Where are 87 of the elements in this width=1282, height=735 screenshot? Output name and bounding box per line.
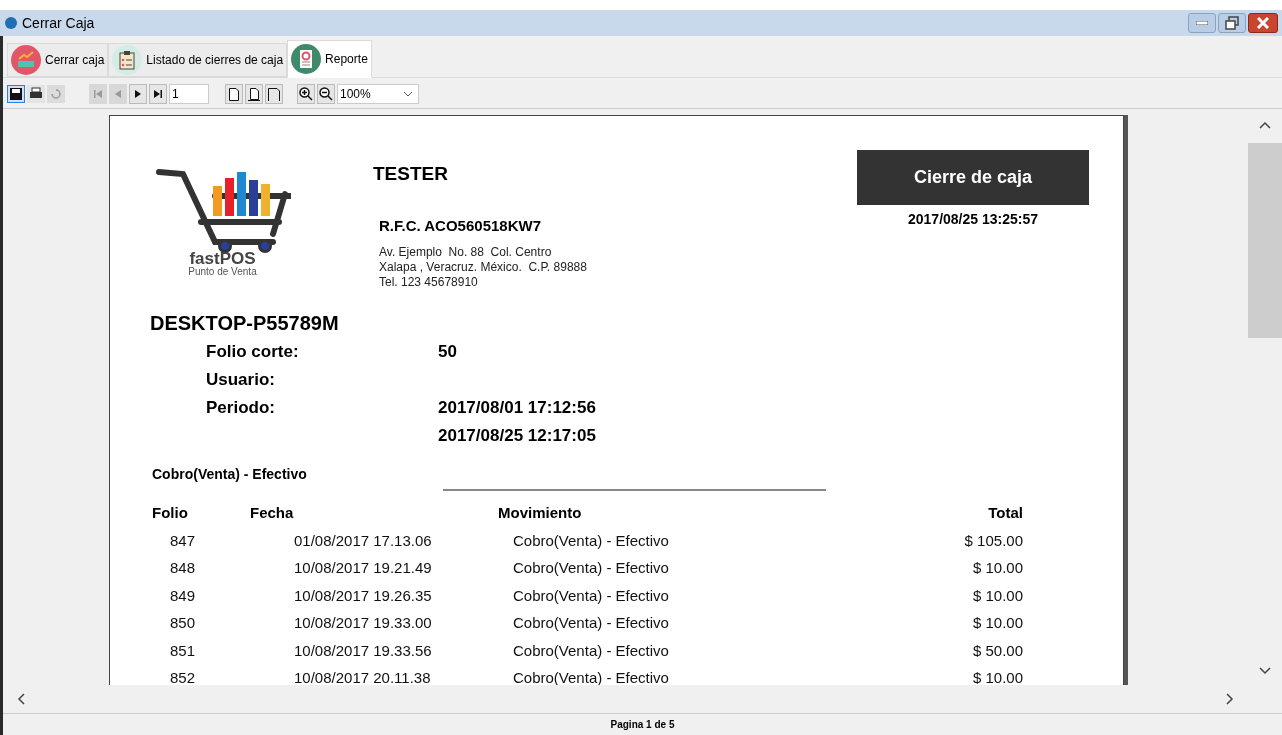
table-cell: $ 10.00 — [972, 614, 1023, 631]
previous-page-icon — [115, 90, 121, 98]
page-corner-icon — [268, 87, 280, 101]
page-icon — [229, 87, 239, 101]
table-cell: Cobro(Venta) - Efectivo — [513, 559, 669, 576]
table-cell: Cobro(Venta) - Efectivo — [513, 531, 669, 549]
column-header: Total — [988, 503, 1023, 521]
table-cell: 10/08/2017 20.11.38 — [294, 669, 431, 685]
first-page-icon — [94, 90, 102, 98]
zoom-out-icon — [319, 87, 333, 101]
table-cell: Cobro(Venta) - Efectivo — [513, 641, 669, 659]
field-label: Periodo: — [206, 398, 275, 418]
page-width-button[interactable] — [245, 84, 263, 104]
minimize-icon — [1196, 21, 1208, 25]
column-header: Fecha — [250, 503, 294, 521]
table-cell: Cobro(Venta) - Efectivo — [513, 586, 669, 604]
address-line: Av. Ejemplo No. 88 Col. Centro — [379, 245, 553, 260]
table-cell: 10/08/2017 19.26.35 — [294, 586, 432, 604]
report-document-icon — [291, 44, 322, 74]
printer-icon — [29, 87, 43, 101]
table-cell: 10/08/2017 19.21.49 — [294, 559, 432, 576]
window-title: Cerrar Caja — [22, 13, 95, 33]
report-date: 2017/08/25 13:25:57 — [908, 210, 1038, 229]
scroll-right-icon — [1226, 693, 1234, 705]
tax-id: R.F.C. ACO560518KW7 — [379, 215, 542, 236]
table-cell: 849 — [170, 586, 196, 604]
save-button[interactable] — [7, 85, 25, 103]
tab[interactable]: Cerrar caja — [7, 43, 109, 77]
table-cell: 01/08/2017 17.13.06 — [294, 531, 432, 549]
scroll-up-icon — [1259, 121, 1271, 129]
column-header: Movimiento — [498, 503, 582, 521]
zoom-in-button[interactable] — [297, 84, 315, 104]
zoom-in-icon — [299, 87, 313, 101]
next-page-icon — [135, 90, 141, 98]
table-cell: 848 — [170, 559, 196, 576]
section-title: Cobro(Venta) - Efectivo — [152, 465, 307, 484]
table-cell: 10/08/2017 19.33.00 — [294, 614, 432, 631]
last-page-button[interactable] — [149, 84, 167, 104]
table-cell: $ 10.00 — [972, 559, 1023, 576]
table-cell: $ 105.00 — [964, 531, 1023, 549]
field-value: 50 — [438, 341, 457, 364]
field-label: Folio corte: — [206, 342, 299, 362]
tab[interactable]: Reporte — [287, 40, 372, 78]
scroll-down-icon — [1259, 667, 1271, 675]
restore-icon — [1225, 16, 1239, 30]
logo-tagline: Punto de Venta — [188, 267, 257, 277]
logo-name: fastPOS — [189, 250, 256, 267]
table-cell: Cobro(Venta) - Efectivo — [513, 614, 669, 631]
single-page-button[interactable] — [225, 84, 243, 104]
table-cell: 851 — [170, 641, 196, 659]
table-cell: 850 — [170, 614, 196, 631]
table-cell: 10/08/2017 19.33.56 — [294, 641, 432, 659]
refresh-icon — [50, 88, 62, 100]
page-width-icon — [248, 87, 260, 101]
cash-register-icon — [11, 45, 41, 75]
chevron-down-icon — [403, 91, 413, 97]
table-cell: $ 50.00 — [972, 641, 1023, 659]
zoom-dropdown[interactable]: 100% — [337, 84, 419, 104]
column-header: Folio — [152, 503, 188, 521]
field-value: 2017/08/25 12:17:05 — [438, 425, 596, 448]
table-cell: $ 10.00 — [972, 669, 1023, 685]
full-page-button[interactable] — [265, 84, 283, 104]
address-line: Xalapa , Veracruz. México. C.P. 89888 — [379, 260, 587, 275]
minimize-button[interactable] — [1188, 13, 1216, 33]
table-cell: 852 — [170, 669, 196, 685]
close-button[interactable] — [1248, 13, 1278, 33]
report-title: Cierre de caja — [857, 150, 1089, 205]
restore-button[interactable] — [1218, 13, 1246, 33]
print-button[interactable] — [27, 85, 45, 103]
zoom-out-button[interactable] — [317, 84, 335, 104]
scroll-thumb[interactable] — [1248, 143, 1282, 338]
field-value: 2017/08/01 17:12:56 — [438, 397, 596, 420]
close-icon — [1257, 17, 1269, 29]
tab[interactable]: Listado de cierres de caja — [108, 43, 288, 77]
table-cell: 847 — [170, 531, 196, 549]
company-name: TESTER — [373, 162, 449, 186]
next-page-button[interactable] — [129, 84, 147, 104]
field-label: Usuario: — [206, 370, 275, 390]
table-cell: $ 10.00 — [972, 586, 1023, 604]
page-indicator: Pagina 1 de 5 — [610, 718, 675, 732]
machine-name: DESKTOP-P55789M — [150, 311, 340, 336]
page-number-field[interactable]: 1 — [169, 84, 209, 104]
clipboard-icon — [112, 45, 143, 75]
address-line: Tel. 123 45678910 — [379, 275, 479, 290]
app-icon — [4, 16, 18, 30]
scroll-left-icon — [17, 693, 25, 705]
last-page-icon — [154, 90, 162, 98]
